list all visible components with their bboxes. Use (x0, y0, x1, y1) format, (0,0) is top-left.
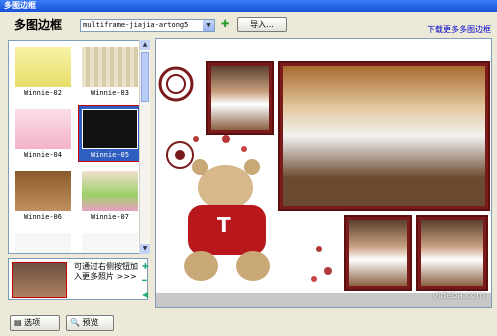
frame-select[interactable]: multiframe-jiajia-artong5 ▼ (80, 19, 215, 32)
thumbnail-item[interactable]: Winnie-06 (12, 168, 74, 223)
thumbnail-item[interactable]: Winnie-03 (79, 44, 141, 99)
photo-frame-bottom-left (344, 215, 412, 291)
window-titlebar: 多图边框 (0, 0, 497, 12)
thumbnail-list: Winnie-02 Winnie-03 Winnie-04 Winnie-05 … (8, 40, 148, 254)
options-button[interactable]: ▤ 选项 (10, 315, 60, 331)
thumbnail-image (15, 171, 71, 211)
options-label: 选项 (24, 318, 41, 327)
thumbnail-item[interactable]: Winnie-04 (12, 106, 74, 161)
preview-canvas: T yideba.com (155, 38, 492, 308)
frame-select-value: multiframe-jiajia-artong5 (83, 21, 189, 29)
scroll-up-icon[interactable]: ▲ (140, 40, 150, 50)
photo-thumbnail[interactable] (12, 262, 67, 298)
add-arrow-icon[interactable]: ✚ (221, 19, 229, 30)
thumbnail-label: Winnie-05 (91, 151, 129, 159)
thumbnail-scrollbar[interactable]: ▲ ▼ (139, 40, 150, 254)
thumbnail-item[interactable]: Winnie-07 (79, 168, 141, 223)
photo-frame-small-top (206, 61, 274, 135)
remove-icon[interactable]: ━ (142, 276, 152, 290)
preview-icon: 🔍 (70, 318, 83, 327)
scroll-down-icon[interactable]: ▼ (140, 244, 150, 254)
thumbnail-label: Winnie-02 (24, 89, 62, 97)
thumbnail-image (15, 47, 71, 87)
preview-button[interactable]: 🔍 预览 (66, 315, 114, 331)
thumbnail-label: Winnie-03 (91, 89, 129, 97)
thumbnail-item-selected[interactable]: Winnie-05 (78, 105, 142, 162)
thumbnail-item[interactable] (12, 230, 74, 253)
page-title: 多图边框 (14, 18, 63, 32)
thumbnail-image (15, 233, 71, 253)
scroll-thumb[interactable] (141, 52, 149, 102)
download-more-link[interactable]: 下载更多多图边框 (427, 24, 491, 35)
thumbnail-label: Winnie-06 (24, 213, 62, 221)
import-button[interactable]: 导入... (237, 17, 287, 32)
teddy-bear-image: T (170, 159, 290, 289)
thumbnail-label: Winnie-07 (91, 213, 129, 221)
add-photo-hint: 可通过右侧按钮加入更多照片 >>> (74, 262, 138, 281)
thumbnail-item[interactable] (79, 230, 141, 253)
side-buttons: ✚ ━ ◀ (142, 262, 152, 304)
thumbnail-image (15, 109, 71, 149)
photo-frame-bottom-right (416, 215, 488, 291)
preview-label: 预览 (82, 318, 99, 327)
watermark: yideba.com (432, 291, 485, 301)
thumbnail-image (82, 171, 138, 211)
photo-strip: 可通过右侧按钮加入更多照片 >>> (8, 258, 148, 300)
chevron-down-icon[interactable]: ▼ (203, 20, 214, 31)
thumbnail-image (82, 47, 138, 87)
thumbnail-image (82, 233, 138, 253)
thumbnail-item[interactable]: Winnie-02 (12, 44, 74, 99)
thumbnail-image (82, 109, 138, 149)
options-icon: ▤ (14, 318, 25, 327)
add-icon[interactable]: ✚ (142, 262, 152, 276)
arrow-left-icon[interactable]: ◀ (142, 290, 152, 304)
thumbnail-label: Winnie-04 (24, 151, 62, 159)
photo-frame-large (278, 61, 490, 211)
